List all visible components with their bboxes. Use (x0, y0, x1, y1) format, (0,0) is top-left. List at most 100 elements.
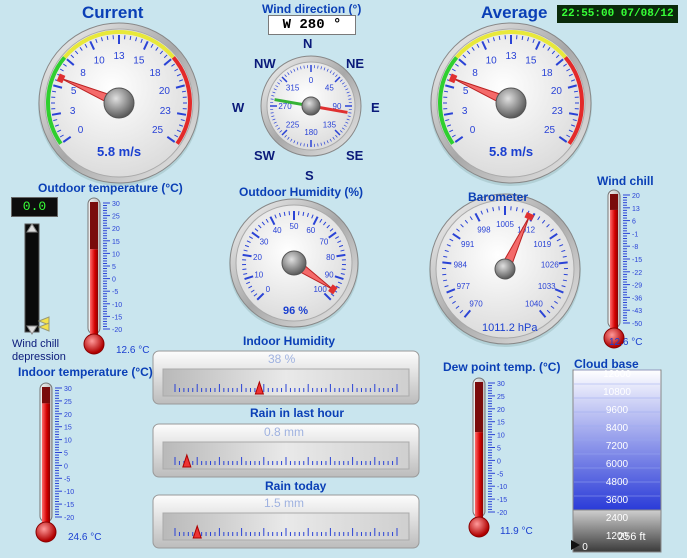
outdoor-humidity-gauge-tick (242, 253, 252, 258)
wind-current-gauge-tick-label: 18 (149, 68, 161, 79)
wind-chill-thermometer-tube-empty (610, 194, 618, 210)
wind-average-gauge-tick-label: 5 (463, 86, 469, 97)
rain-today-title: Rain today (265, 479, 327, 493)
outdoor-temp-thermometer-tick-label: 30 (112, 201, 120, 208)
wind-chill-thermometer-tick-label: 20 (632, 193, 640, 200)
outdoor-humidity-gauge-tick-label: 20 (253, 253, 262, 262)
dew-point-thermometer-tick-label: 15 (497, 420, 505, 427)
wind-direction-gauge-tick-label: 180 (304, 128, 318, 137)
indoor-humidity-value: 38 % (268, 352, 296, 366)
indoor-temp-title: Indoor temperature (°C) (18, 365, 153, 379)
wind-direction-gauge-tick-label: 135 (323, 120, 337, 129)
wind-current-gauge-tick-label: 0 (78, 125, 84, 136)
cloud-level-2: 9600 (605, 405, 629, 416)
wind-current-gauge-tick-label: 5 (71, 86, 77, 97)
barometer-gauge-tick-label: 977 (457, 282, 471, 291)
dew-point-value: 11.9 °C (500, 526, 533, 537)
wind-chill-depression-display: 0.0 (11, 197, 58, 217)
barometer-gauge-tick-label: 984 (454, 260, 468, 269)
wind-average-gauge-tick-label: 10 (486, 55, 498, 66)
gauge-graphics: 035810 13 1518202325 035810 13 15182023250459… (24, 22, 662, 553)
outdoor-humidity-gauge-tick-label: 50 (290, 222, 299, 231)
outdoor-temp-thermometer-tick-label: -5 (112, 289, 118, 296)
wind-average-gauge-tick-label: 13 (505, 51, 517, 62)
wind-current-gauge-tick-label: 25 (152, 125, 164, 136)
indoor-temp-thermometer-tick-label: 20 (64, 412, 72, 419)
dew-point-thermometer-tick-label: -5 (497, 471, 503, 478)
wind-average-value: 5.8 m/s (489, 144, 534, 159)
wind-average-gauge-tick-label: 3 (462, 106, 468, 117)
dew-point-thermometer-bulb (468, 516, 490, 538)
rain-hour-title: Rain in last hour (250, 406, 345, 420)
outdoor-humidity-gauge-hub (281, 250, 307, 276)
wind-chill-depression-label-2: depression (12, 351, 66, 363)
rain-today-value: 1.5 mm (264, 496, 305, 510)
compass-n: N (303, 36, 313, 51)
outdoor-temp-value: 12.6 °C (116, 345, 150, 356)
indoor-temp-thermometer-tick-label: 0 (64, 463, 68, 470)
wind-current-gauge-tick-label: 3 (70, 106, 76, 117)
compass-sw: SW (254, 148, 275, 163)
wind-chill-thermometer-tick-label: -22 (632, 270, 642, 277)
barometer-gauge-tick-label: 1033 (538, 282, 556, 291)
cloud-level-1: 10800 (603, 387, 631, 398)
wind-current-gauge-hub (103, 87, 135, 119)
indoor-temp-thermometer-tick-label: -10 (64, 489, 74, 496)
compass-e: E (371, 100, 380, 115)
barometer-gauge-tick-label: 1019 (533, 240, 551, 249)
wind-current-gauge-tick-label: 10 (94, 55, 106, 66)
barometer-gauge-tick-label: 991 (461, 240, 475, 249)
wind-average-gauge-tick-label: 0 (470, 125, 476, 136)
compass-se: SE (346, 148, 364, 163)
wind-direction-gauge-tick-label: 0 (309, 76, 314, 85)
compass-s: S (305, 168, 314, 183)
wind-direction-gauge-tick-label: 45 (325, 84, 334, 93)
outdoor-temp-thermometer-tick-label: -20 (112, 327, 122, 334)
indoor-temp-thermometer-tick-label: 5 (64, 451, 68, 458)
wind-average-gauge-tick-label: 23 (552, 106, 564, 117)
indoor-temp-thermometer-tick-label: -5 (64, 476, 70, 483)
outdoor-humidity-gauge-tick-label: 80 (326, 253, 335, 262)
outdoor-temp-thermometer-tick-label: -10 (112, 302, 122, 309)
wind-current-gauge-tick (106, 35, 109, 41)
current-title: Current (82, 3, 144, 22)
outdoor-temp-thermometer-tick-label: 0 (112, 277, 116, 284)
outdoor-temp-thermometer-tick-label: 10 (112, 251, 120, 258)
barometer-gauge-tick-label: 970 (469, 299, 483, 308)
wind-current-gauge-tick (51, 90, 57, 93)
wind-chill-depression-bar (24, 223, 40, 333)
wind-direction-title: Wind direction (°) (262, 2, 362, 16)
outdoor-humidity-gauge-tick-label: 40 (273, 226, 282, 235)
outdoor-temp-thermometer-tick-label: 25 (112, 214, 120, 221)
wind-average-gauge-tick-label: 8 (472, 68, 478, 79)
wind-chill-thermometer-tick-label: -50 (632, 321, 642, 328)
compass-nw: NW (254, 56, 276, 71)
dew-point-thermometer-tick-label: 5 (497, 446, 501, 453)
wind-current-gauge-tick-label: 20 (159, 86, 171, 97)
barometer-gauge-hub (494, 258, 516, 280)
outdoor-humidity-gauge-tick (242, 268, 247, 271)
wind-chill-thermometer-tick-label: -43 (632, 308, 642, 315)
wind-chill-title: Wind chill (597, 174, 654, 188)
wind-chill-thermometer-mercury (610, 209, 618, 332)
outdoor-humidity-gauge-tick-label: 30 (260, 237, 269, 246)
indoor-temp-thermometer-bulb (35, 521, 57, 543)
dew-point-thermometer-tick-label: -10 (497, 484, 507, 491)
compass-w: W (232, 100, 245, 115)
wind-chill-thermometer-tick-label: -1 (632, 231, 638, 238)
outdoor-temp-thermometer-tick-label: 15 (112, 239, 120, 246)
indoor-temp-thermometer-tick-label: 15 (64, 425, 72, 432)
wind-chill-depression-label-1: Wind chill (12, 338, 60, 350)
cloud-base-value: 256 ft (618, 531, 646, 543)
barometer-gauge-tick-label: 1026 (541, 260, 559, 269)
indoor-humidity-title: Indoor Humidity (243, 334, 335, 348)
wind-average-gauge-tick-label: 15 (525, 55, 537, 66)
dew-point-thermometer-tick-label: 30 (497, 381, 505, 388)
dew-point-title: Dew point temp. (°C) (443, 360, 561, 374)
wind-chill-thermometer-tick-label: 6 (632, 219, 636, 226)
indoor-temp-thermometer-tick-label: 30 (64, 386, 72, 393)
dew-point-thermometer-tick-label: 20 (497, 407, 505, 414)
barometer-title: Barometer (468, 190, 529, 204)
wind-chill-thermometer-tick-label: -36 (632, 295, 642, 302)
wind-current-gauge-tick-label: 15 (133, 55, 145, 66)
